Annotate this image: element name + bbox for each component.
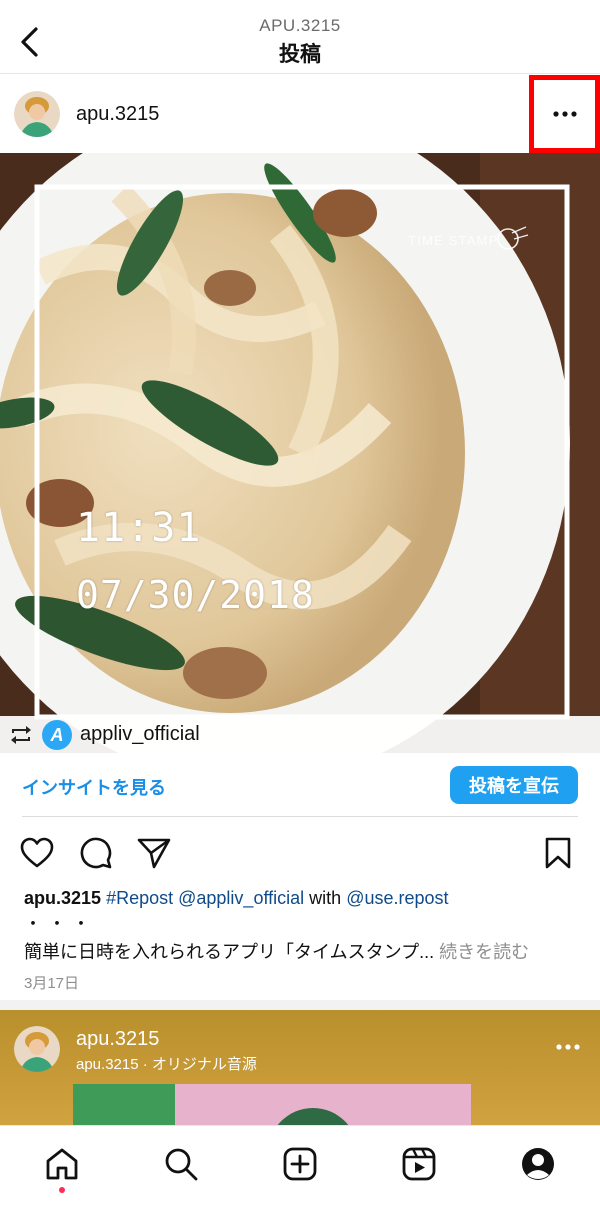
caption-hashtag[interactable]: #Repost xyxy=(106,888,173,908)
bookmark-icon xyxy=(545,837,571,869)
insights-row: インサイトを見る 投稿を宣伝 xyxy=(0,753,600,817)
original-audio-label[interactable]: apu.3215 · オリジナル音源 xyxy=(76,1053,257,1074)
caption-with: with xyxy=(309,888,342,908)
comment-button[interactable] xyxy=(77,834,115,872)
next-post-username[interactable]: apu.3215 xyxy=(76,1028,159,1051)
tab-reels[interactable] xyxy=(395,1140,443,1188)
post-header: apu.3215 xyxy=(0,75,600,153)
feed-separator xyxy=(0,1000,600,1010)
account-handle-subtitle: APU.3215 xyxy=(259,16,341,35)
repost-attribution[interactable]: A appliv_official xyxy=(0,716,600,753)
post-date: 3月17日 xyxy=(24,975,80,992)
timestamp-time: 11:31 xyxy=(76,505,202,551)
profile-icon xyxy=(522,1148,554,1180)
caption-separator: ・・・ xyxy=(24,914,96,934)
caption-body: 簡単に日時を入れられるアプリ「タイムスタンプ... xyxy=(24,942,435,962)
caption-first-line: apu.3215 #Repost @appliv_official with @… xyxy=(24,886,584,910)
caption-text: 簡単に日時を入れられるアプリ「タイムスタンプ... 続きを読む xyxy=(24,938,584,964)
home-icon xyxy=(46,1148,78,1180)
new-post-icon xyxy=(283,1147,317,1181)
page-title: 投稿 xyxy=(279,43,321,66)
post-actions xyxy=(0,828,600,878)
caption-mention-repost[interactable]: @use.repost xyxy=(346,888,448,908)
reel-thumbnail-block xyxy=(73,1084,175,1125)
save-button[interactable] xyxy=(539,834,577,872)
repost-icon xyxy=(11,726,31,744)
view-insights-link[interactable]: インサイトを見る xyxy=(22,774,166,800)
pasta-photo-image xyxy=(0,153,600,753)
tab-home[interactable] xyxy=(38,1140,86,1188)
tab-search[interactable] xyxy=(157,1140,205,1188)
like-button[interactable] xyxy=(18,834,56,872)
timestamp-date: 07/30/2018 xyxy=(76,573,315,617)
top-nav-bar: APU.3215 投稿 xyxy=(0,0,600,74)
comment-icon xyxy=(80,837,112,869)
search-icon xyxy=(165,1148,198,1181)
tab-new-post[interactable] xyxy=(276,1140,324,1188)
share-button[interactable] xyxy=(135,834,173,872)
tab-profile[interactable] xyxy=(514,1140,562,1188)
reels-icon xyxy=(402,1147,436,1181)
repost-source-handle[interactable]: appliv_official xyxy=(80,723,200,746)
avatar[interactable] xyxy=(14,1026,60,1072)
heart-icon xyxy=(20,837,54,868)
more-horizontal-icon xyxy=(556,1044,580,1050)
next-post-options-button[interactable] xyxy=(548,1032,588,1062)
timestamp-watermark: TIME STAMP xyxy=(408,233,499,248)
appliv-logo-icon: A xyxy=(42,720,72,750)
more-horizontal-icon xyxy=(552,111,577,117)
caption-username[interactable]: apu.3215 xyxy=(24,888,101,908)
promote-post-button[interactable]: 投稿を宣伝 xyxy=(450,766,578,804)
bottom-tab-bar xyxy=(0,1125,600,1221)
send-icon xyxy=(137,838,171,869)
next-post-preview[interactable]: apu.3215 apu.3215 · オリジナル音源 xyxy=(0,1010,600,1125)
divider xyxy=(22,816,578,817)
post-options-button[interactable] xyxy=(529,75,600,153)
avatar[interactable] xyxy=(14,91,60,137)
post-username[interactable]: apu.3215 xyxy=(76,103,159,126)
notification-dot xyxy=(59,1187,65,1193)
caption-mention[interactable]: @appliv_official xyxy=(178,888,304,908)
post-photo[interactable]: TIME STAMP 11:31 07/30/2018 A appliv_off… xyxy=(0,153,600,753)
read-more-link[interactable]: 続きを読む xyxy=(439,942,529,962)
